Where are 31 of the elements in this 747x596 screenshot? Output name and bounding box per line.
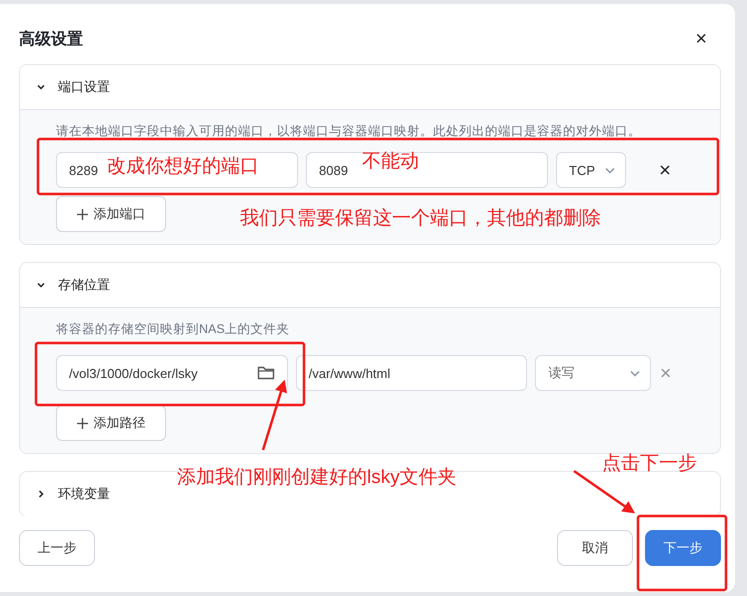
dialog-title: 高级设置: [19, 29, 83, 50]
chevron-down-icon: [36, 82, 46, 92]
arrow: [262, 380, 288, 450]
dropdown[interactable]: 读写: [535, 355, 651, 391]
back-button[interactable]: 上一步: [19, 530, 95, 566]
annotation-text: 不能动: [362, 150, 419, 174]
caret-icon: [605, 166, 615, 174]
host-field[interactable]: /vol3/1000/docker/lsky: [56, 355, 288, 391]
annotation-text: 点击下一步: [602, 452, 697, 476]
close-icon[interactable]: [658, 163, 672, 177]
annotation-text: 改成你想好的端口: [107, 155, 259, 179]
section-header[interactable]: 环境变量: [36, 485, 110, 503]
section-header[interactable]: 存储位置: [36, 276, 110, 294]
container-field[interactable]: /var/www/html: [296, 355, 528, 391]
close-button[interactable]: ×: [691, 29, 711, 49]
add-button[interactable]: 添加路径: [56, 405, 166, 441]
dropdown[interactable]: TCP: [556, 152, 626, 188]
annotation-text: 添加我们刚刚创建好的lsky文件夹: [177, 466, 457, 490]
caret-icon: [630, 370, 640, 376]
plus-icon: [76, 208, 88, 220]
hint-text: 将容器的存储空间映射到NAS上的文件夹: [56, 322, 291, 337]
hint-text: 请在本地端口字段中输入可用的端口，以将端口与容器端口映射。此处列出的端口是容器的对外端口。: [56, 124, 642, 139]
chevron-right-icon: [36, 489, 46, 499]
chevron-down-icon: [36, 280, 46, 290]
annotation-text: 我们只需要保留这一个端口，其他的都删除: [240, 207, 601, 231]
section-header[interactable]: 端口设置: [36, 78, 110, 96]
folder-icon[interactable]: [256, 365, 275, 381]
plus-icon: [76, 418, 88, 428]
add-button[interactable]: 添加端口: [56, 196, 166, 232]
cancel-button[interactable]: 取消: [557, 530, 633, 566]
next-button[interactable]: 下一步: [645, 530, 721, 566]
